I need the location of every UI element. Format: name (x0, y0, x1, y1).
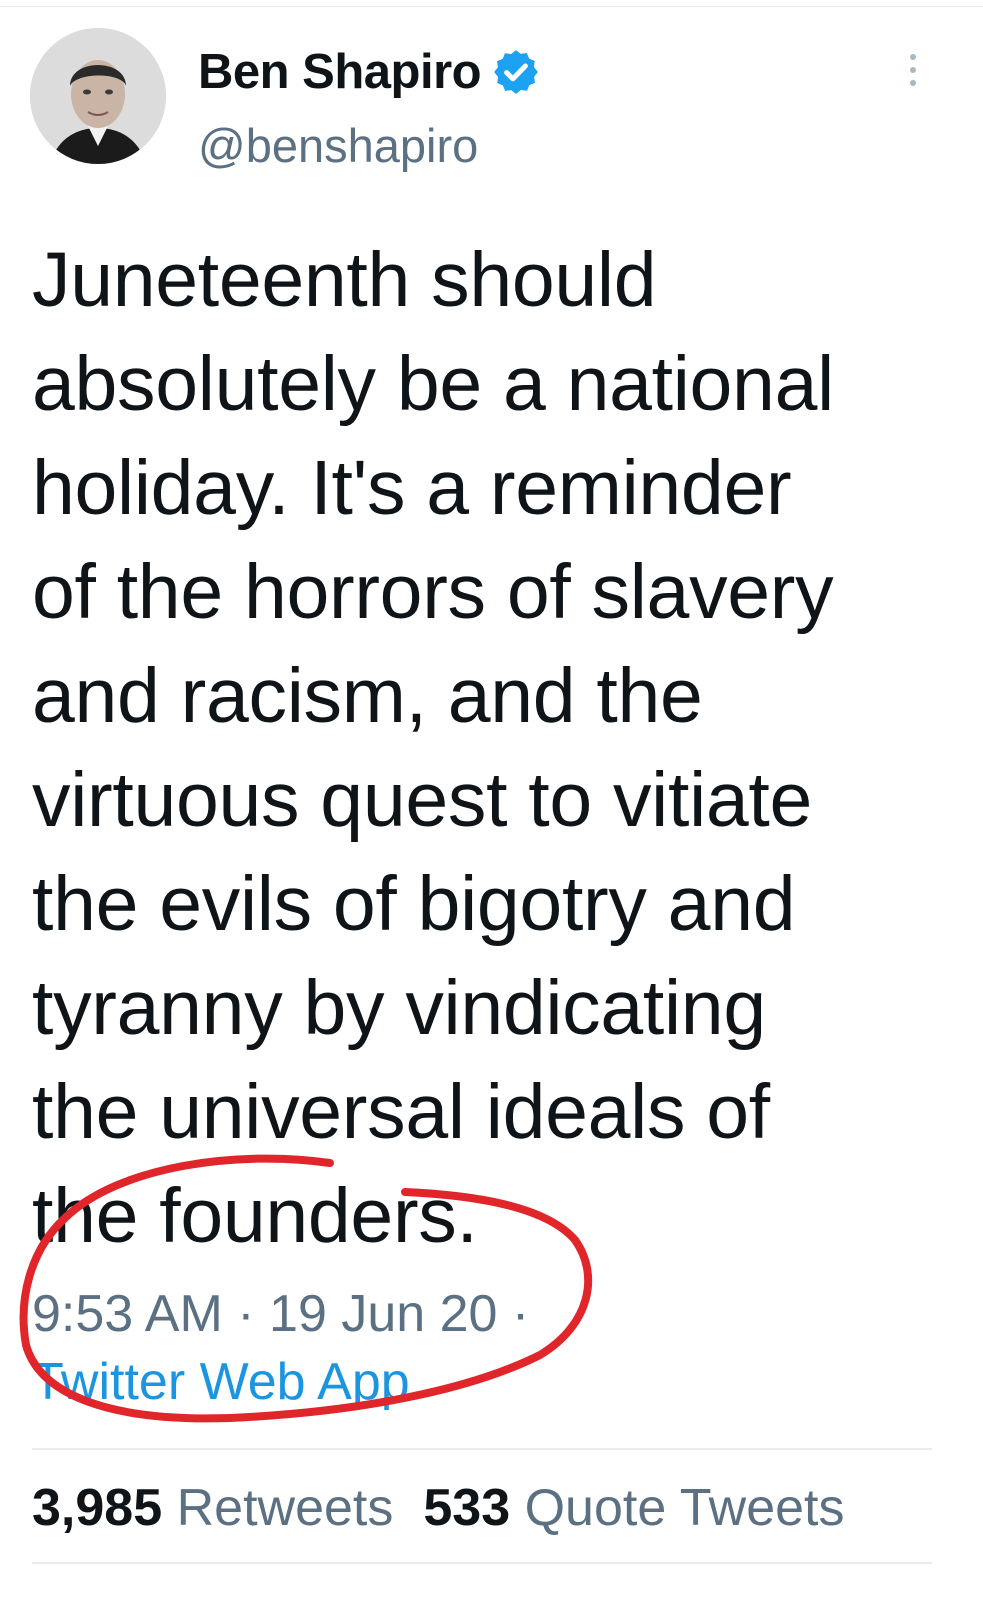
tweet-time[interactable]: 9:53 AM (32, 1285, 223, 1343)
top-divider (0, 6, 983, 7)
more-options-icon[interactable] (905, 52, 921, 88)
quote-tweets-stat[interactable]: 533 Quote Tweets (423, 1479, 844, 1537)
author-handle[interactable]: @benshapiro (198, 118, 478, 173)
engagement-stats: 3,985 Retweets 533 Quote Tweets (32, 1474, 844, 1542)
tweet-date[interactable]: 19 Jun 20 (269, 1285, 497, 1343)
retweets-stat[interactable]: 3,985 Retweets (32, 1479, 393, 1537)
display-name[interactable]: Ben Shapiro (198, 44, 482, 100)
verified-badge-icon (494, 50, 538, 94)
avatar[interactable] (30, 28, 166, 164)
quote-tweets-label: Quote Tweets (524, 1479, 845, 1537)
author-name-row[interactable]: Ben Shapiro (198, 40, 541, 104)
tweet-source-link[interactable]: Twitter Web App (32, 1348, 932, 1416)
quote-tweets-count: 533 (423, 1479, 511, 1537)
tweet-meta: 9:53 AM · 19 Jun 20 · Twitter Web App (32, 1280, 932, 1416)
meta-separator: · (237, 1285, 255, 1343)
profile-photo (30, 28, 166, 164)
retweets-count: 3,985 (32, 1479, 163, 1537)
bottom-divider (32, 1562, 932, 1564)
stats-divider (32, 1448, 932, 1450)
meta-separator: · (511, 1285, 530, 1343)
retweets-label: Retweets (176, 1479, 394, 1537)
tweet-text: Juneteenth should absolutely be a nation… (32, 237, 834, 1259)
